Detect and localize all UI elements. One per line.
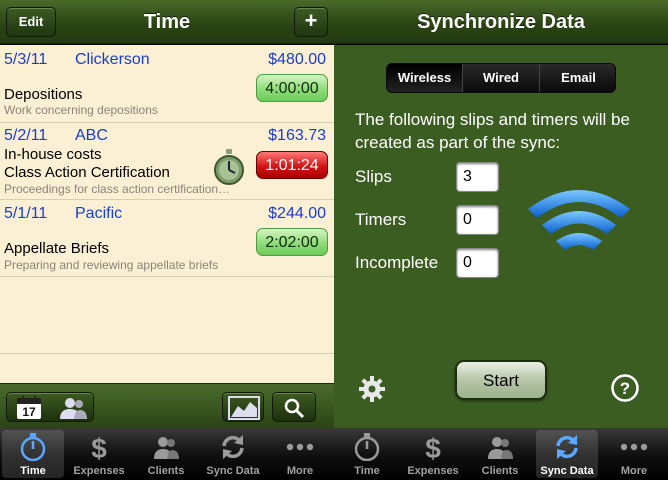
tab-bar: Time $ Expenses Clients Sync Data More [334, 428, 668, 480]
tab-clients[interactable]: Clients [469, 430, 531, 478]
tab-clients[interactable]: Clients [135, 430, 197, 478]
chart-button[interactable] [222, 392, 264, 422]
calendar-icon[interactable]: 17 [15, 395, 45, 421]
tab-label: Sync Data [540, 465, 594, 477]
entry-description: Proceedings for class action certificati… [4, 182, 231, 196]
tab-sync-data[interactable]: Sync Data [536, 430, 598, 478]
entry-timer-button[interactable]: 1:01:24 [256, 151, 328, 179]
tab-expenses[interactable]: $ Expenses [68, 430, 130, 478]
tab-time[interactable]: Time [2, 430, 64, 478]
tab-label: Sync Data [206, 465, 260, 477]
entry-task: Class Action Certification [4, 164, 170, 181]
time-entry-list: 5/3/11 Clickerson $480.00 Depositions Wo… [0, 45, 334, 383]
incomplete-label: Incomplete [355, 253, 439, 272]
entry-date: 5/2/11 [4, 127, 48, 144]
time-toolbar: 17 [0, 383, 334, 428]
entry-description: Work concerning depositions [4, 103, 158, 117]
segment-wired[interactable]: Wired [463, 64, 540, 92]
tab-label: Time [354, 465, 380, 477]
clients-icon [154, 437, 179, 459]
stopwatch-icon [20, 433, 46, 461]
incomplete-count-field[interactable]: 0 [456, 248, 499, 278]
tab-bar: Time $ Expenses Clients Sync Data More [0, 428, 334, 480]
tab-more[interactable]: More [269, 430, 331, 478]
sync-content: Wireless Wired Email The following slips… [334, 45, 668, 428]
entry-amount: $480.00 [268, 51, 326, 68]
entry-date: 5/1/11 [4, 205, 48, 222]
page-title: Synchronize Data [417, 11, 585, 33]
time-entry-row[interactable]: 5/1/11 Pacific $244.00 Appellate Briefs … [0, 200, 334, 277]
sync-method-segmented-control: Wireless Wired Email [386, 63, 616, 93]
help-icon[interactable]: ? [610, 373, 640, 403]
tab-expenses[interactable]: $ Expenses [402, 430, 464, 478]
page-title: Time [143, 11, 191, 33]
tab-more[interactable]: More [603, 430, 665, 478]
svg-text:$: $ [91, 433, 107, 461]
settings-gear-icon[interactable] [358, 375, 386, 403]
entry-amount: $163.73 [268, 127, 326, 144]
entry-timer-button[interactable]: 2:02:00 [256, 228, 328, 256]
entry-task: Appellate Briefs [4, 240, 110, 257]
entry-description: Preparing and reviewing appellate briefs [4, 258, 219, 272]
tab-label: Expenses [407, 465, 459, 477]
calendar-day: 17 [22, 405, 36, 419]
entry-timer-button[interactable]: 4:00:00 [256, 74, 328, 102]
slips-label: Slips [355, 167, 392, 186]
chart-icon [228, 396, 260, 420]
clients-icon [488, 437, 513, 459]
segment-email[interactable]: Email [540, 64, 615, 92]
entry-amount: $244.00 [268, 205, 326, 222]
clients-icon[interactable] [57, 395, 89, 421]
entry-client: Pacific [75, 205, 123, 222]
add-entry-button[interactable]: + [294, 7, 328, 37]
svg-text:$: $ [425, 433, 441, 461]
sync-navbar: Synchronize Data [334, 0, 668, 44]
tab-label: Clients [481, 465, 519, 477]
tab-sync-data[interactable]: Sync Data [202, 430, 264, 478]
dollar-icon: $ [425, 433, 441, 461]
more-icon [286, 443, 314, 451]
sync-screen: Synchronize Data Wireless Wired Email Th… [334, 0, 668, 480]
search-button[interactable] [272, 392, 316, 422]
dollar-icon: $ [91, 433, 107, 461]
time-entry-row[interactable]: 5/2/11 ABC $163.73 In-house costs Class … [0, 123, 334, 200]
sync-icon [222, 435, 244, 459]
time-screen: Edit Time + 5/3/11 Clickerson $480.00 De… [0, 0, 334, 480]
entry-client: ABC [75, 127, 108, 144]
time-entry-row[interactable]: 5/3/11 Clickerson $480.00 Depositions Wo… [0, 45, 334, 123]
tab-label: More [620, 465, 648, 477]
tab-label: Expenses [73, 465, 125, 477]
timers-label: Timers [355, 210, 407, 229]
sync-description: The following slips and timers will be c… [355, 110, 630, 152]
empty-row [0, 277, 334, 354]
stopwatch-icon [354, 433, 380, 461]
time-navbar: Edit Time + [0, 0, 334, 44]
entry-task: Depositions [4, 86, 83, 103]
entry-date: 5/3/11 [4, 51, 48, 68]
entry-client: Clickerson [75, 51, 150, 68]
slips-count-field[interactable]: 3 [456, 162, 499, 192]
tab-label: Time [20, 465, 46, 477]
tab-label: More [286, 465, 314, 477]
start-sync-button[interactable]: Start [455, 360, 547, 400]
segment-wireless[interactable]: Wireless [387, 64, 463, 92]
timers-count-field[interactable]: 0 [456, 205, 499, 235]
view-toggle: 17 [6, 392, 94, 422]
more-icon [620, 443, 648, 451]
wifi-icon [528, 190, 630, 250]
entry-category: In-house costs [4, 146, 102, 163]
sync-icon [556, 435, 578, 459]
tab-label: Clients [147, 465, 185, 477]
tab-time[interactable]: Time [336, 430, 398, 478]
stopwatch-icon [214, 149, 244, 185]
svg-text:?: ? [620, 379, 630, 398]
search-icon [284, 398, 305, 419]
